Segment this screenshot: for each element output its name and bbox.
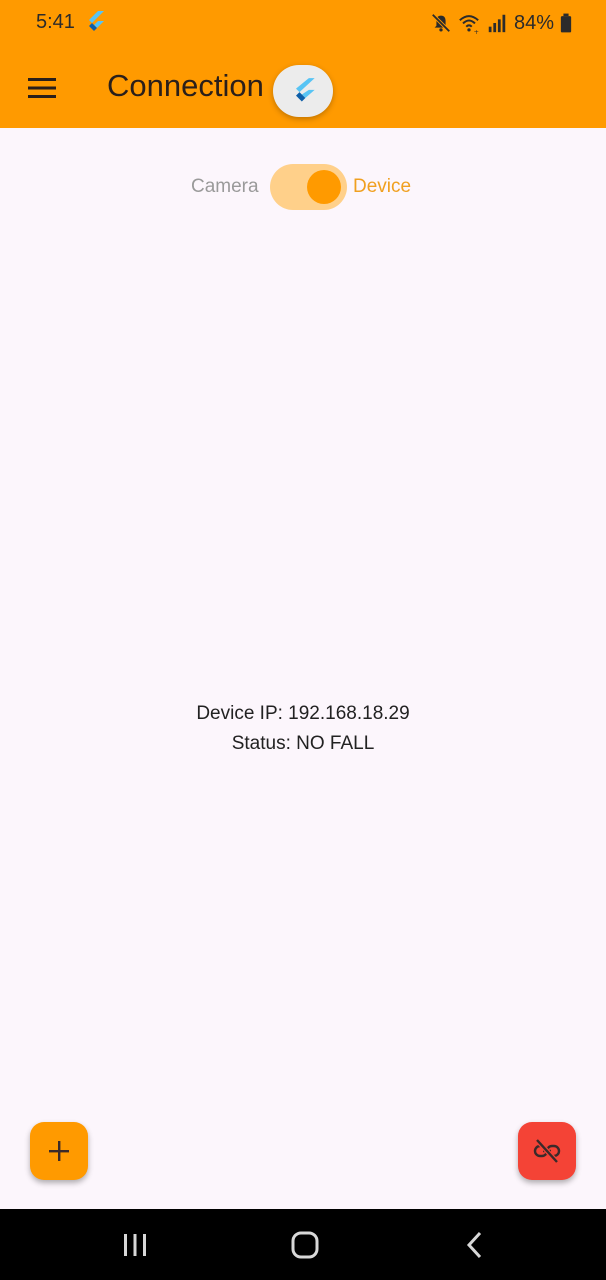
flutter-icon	[296, 78, 315, 102]
signal-icon	[488, 14, 506, 33]
battery-percent: 84%	[513, 11, 554, 34]
device-info: Device IP: 192.168.18.29 Status: NO FALL	[0, 700, 606, 760]
menu-icon	[28, 78, 56, 98]
mute-icon	[431, 13, 451, 33]
switch-knob	[307, 170, 341, 204]
back-button[interactable]	[455, 1227, 495, 1263]
home-icon	[291, 1231, 319, 1259]
flutter-icon	[89, 11, 104, 31]
mode-toggle-row: Camera Device	[0, 163, 606, 211]
device-label: Device	[353, 176, 412, 197]
device-status-text: Status: NO FALL	[231, 733, 375, 754]
app-screen: 5:41 + 84% Connection Camera Device Devi…	[0, 0, 606, 1280]
flutter-debug-button[interactable]	[273, 65, 333, 117]
camera-label: Camera	[191, 176, 259, 197]
disconnect-button[interactable]	[518, 1122, 576, 1180]
app-bar: Connection	[0, 46, 606, 128]
wifi-icon: +	[459, 15, 479, 34]
recents-button[interactable]	[115, 1227, 155, 1263]
device-ip-text: Device IP: 192.168.18.29	[196, 703, 410, 724]
svg-text:+: +	[474, 28, 479, 34]
plus-icon	[49, 1141, 69, 1161]
link-off-icon	[533, 1138, 561, 1164]
back-icon	[466, 1231, 482, 1259]
system-nav-bar	[0, 1209, 606, 1280]
status-time: 5:41	[36, 11, 75, 33]
menu-button[interactable]	[20, 66, 64, 110]
status-icons: + 84%	[430, 10, 572, 36]
recents-icon	[124, 1234, 146, 1256]
add-button[interactable]	[30, 1122, 88, 1180]
home-button[interactable]	[285, 1227, 325, 1263]
battery-icon	[560, 13, 572, 33]
status-bar: 5:41 + 84%	[0, 0, 606, 46]
page-title: Connection	[107, 68, 264, 103]
mode-switch[interactable]	[270, 164, 347, 210]
